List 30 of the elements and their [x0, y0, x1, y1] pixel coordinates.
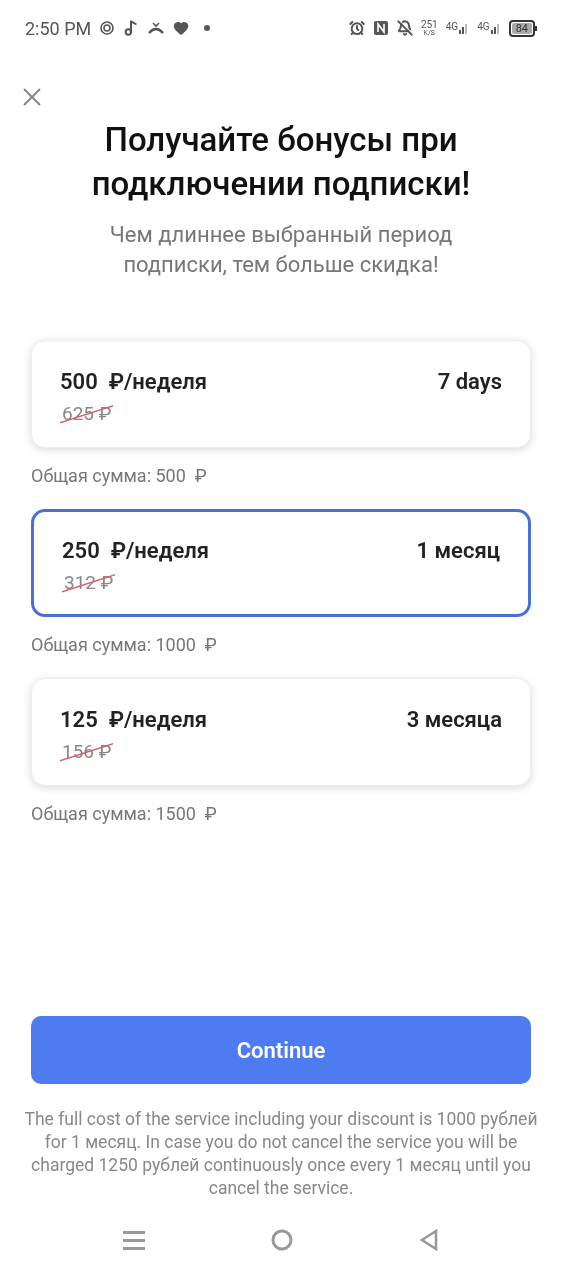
heart-icon [173, 20, 190, 36]
music-note-icon [123, 20, 140, 36]
missed-call-icon [148, 21, 165, 35]
plan-price: 125 ₽/неделя [60, 706, 208, 734]
plan-total: Общая сумма: 500 ₽ [31, 464, 208, 488]
bell-off-icon [396, 20, 413, 36]
plan-price: 500 ₽/неделя [60, 368, 208, 396]
network-type: 4G [477, 22, 490, 32]
page-title: Получайте бонусы при подключении подписки! [90, 119, 472, 205]
status-time: 2:50 PM [25, 16, 92, 41]
plan-period: 3 месяца [406, 706, 502, 734]
battery-icon: 84 [508, 19, 537, 37]
continue-button[interactable]: Continue [31, 1016, 531, 1084]
page-subtitle: Чем длиннее выбранный период подписки, тем больше скидка! [108, 221, 454, 279]
plan-price: 250 ₽/неделя [62, 537, 210, 565]
home-icon[interactable] [271, 1229, 293, 1251]
plan-period: 1 месяц [416, 537, 500, 565]
speed-value: 251 [420, 19, 438, 30]
signal-icon [459, 22, 470, 34]
back-icon[interactable] [419, 1229, 439, 1251]
spiral-icon [100, 21, 115, 35]
plan-total: Общая сумма: 1000 ₽ [31, 633, 218, 657]
alarm-icon [348, 20, 365, 36]
menu-icon[interactable] [123, 1229, 145, 1251]
plan-period: 7 days [437, 368, 502, 396]
disclaimer-text: The full cost of the service including your discount is 1000 рублей for 1 месяц. In case you do not cancel the service you will be charged 1250 рублей continuously once every 1 месяц until you cancel the service. [23, 1108, 539, 1200]
plan-total: Общая сумма: 1500 ₽ [31, 802, 218, 826]
signal-icon [490, 22, 501, 34]
network-type: 4G [445, 22, 459, 32]
nfc-icon [372, 20, 389, 36]
